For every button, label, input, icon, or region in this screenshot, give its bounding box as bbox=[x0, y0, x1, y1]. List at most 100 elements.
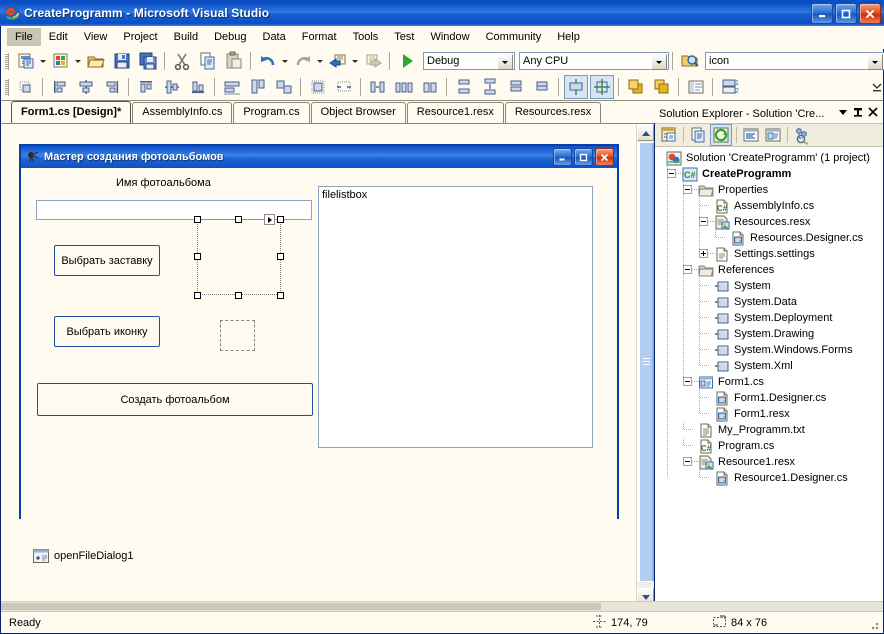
resize-handle-middle-right[interactable] bbox=[277, 253, 284, 260]
chevron-down-icon[interactable] bbox=[867, 54, 883, 70]
form-client-area[interactable]: Имя фотоальбома Выбрать заставку Выбрать… bbox=[21, 168, 617, 519]
menu-help[interactable]: Help bbox=[549, 28, 588, 46]
vertical-spacing-make-equal-icon[interactable] bbox=[452, 75, 476, 99]
component-tray-openfiledialog[interactable]: openFileDialog1 bbox=[33, 549, 134, 563]
tree-node[interactable]: Form1.resx bbox=[714, 406, 790, 422]
make-same-width-icon[interactable] bbox=[220, 75, 244, 99]
properties-window-icon[interactable] bbox=[659, 125, 679, 145]
horizontal-spacing-remove-icon[interactable] bbox=[418, 75, 442, 99]
align-lefts-icon[interactable] bbox=[48, 75, 72, 99]
paste-icon[interactable] bbox=[222, 49, 246, 73]
open-file-icon[interactable] bbox=[84, 49, 108, 73]
object-browser-icon[interactable] bbox=[792, 125, 812, 145]
menu-edit[interactable]: Edit bbox=[41, 28, 76, 46]
form-maximize-button[interactable] bbox=[574, 148, 593, 166]
resize-handle-bottom-left[interactable] bbox=[194, 292, 201, 299]
horizontal-spacing-increase-icon[interactable] bbox=[366, 75, 390, 99]
menu-view[interactable]: View bbox=[76, 28, 116, 46]
tree-expander[interactable] bbox=[699, 249, 708, 258]
form-designer-surface[interactable]: Мастер создания фотоальбомов Имя фотоаль… bbox=[1, 123, 654, 604]
start-debugging-icon[interactable] bbox=[395, 49, 419, 73]
tree-node[interactable]: Form1.cs bbox=[698, 374, 764, 390]
align-bottoms-icon[interactable] bbox=[186, 75, 210, 99]
size-to-grid-icon[interactable] bbox=[306, 75, 330, 99]
tree-node[interactable]: System.Data bbox=[714, 294, 797, 310]
menu-community[interactable]: Community bbox=[478, 28, 550, 46]
tree-node[interactable]: Form1.Designer.cs bbox=[714, 390, 826, 406]
selected-picturebox[interactable] bbox=[197, 219, 281, 295]
refresh-icon[interactable] bbox=[710, 124, 732, 146]
find-in-files-icon[interactable] bbox=[678, 49, 702, 73]
redo-icon[interactable] bbox=[291, 49, 315, 73]
designer-vertical-scrollbar[interactable] bbox=[636, 124, 654, 604]
tree-node[interactable]: My_Programm.txt bbox=[698, 422, 805, 438]
tree-node[interactable]: System bbox=[714, 278, 771, 294]
table-layout-icon[interactable]: 1 2 bbox=[718, 75, 742, 99]
tree-node[interactable]: Properties bbox=[698, 182, 768, 198]
make-same-size-icon[interactable] bbox=[272, 75, 296, 99]
menu-format[interactable]: Format bbox=[294, 28, 345, 46]
solution-explorer-tree[interactable]: Solution 'CreateProgramm' (1 project) C# C… bbox=[655, 147, 883, 605]
align-rights-icon[interactable] bbox=[100, 75, 124, 99]
save-all-icon[interactable] bbox=[136, 49, 160, 73]
new-project-icon[interactable] bbox=[14, 49, 38, 73]
scroll-up-button[interactable] bbox=[637, 124, 654, 141]
scrollbar-thumb[interactable] bbox=[637, 142, 654, 582]
navigate-backward-icon[interactable] bbox=[326, 49, 350, 73]
tree-node[interactable]: Resource1.resx bbox=[698, 454, 795, 470]
vertical-spacing-remove-icon[interactable] bbox=[530, 75, 554, 99]
resize-handle-top-right[interactable] bbox=[277, 216, 284, 223]
solution-platforms-combo[interactable]: Any CPU bbox=[519, 52, 669, 70]
navigate-forward-icon[interactable] bbox=[361, 49, 385, 73]
make-same-height-icon[interactable] bbox=[246, 75, 270, 99]
show-all-files-icon[interactable] bbox=[688, 125, 708, 145]
copy-icon[interactable] bbox=[196, 49, 220, 73]
send-to-back-icon[interactable] bbox=[650, 75, 674, 99]
form-minimize-button[interactable] bbox=[553, 148, 572, 166]
tab-resources-resx[interactable]: Resources.resx bbox=[504, 102, 602, 123]
tree-node[interactable]: Resources.Designer.cs bbox=[730, 230, 863, 246]
listbox-files[interactable]: filelistbox bbox=[318, 186, 593, 448]
center-horizontally-icon[interactable] bbox=[564, 75, 588, 99]
tree-expander[interactable] bbox=[683, 457, 692, 466]
toolbar-grip[interactable] bbox=[4, 52, 9, 70]
window-minimize-button[interactable] bbox=[811, 3, 833, 24]
new-project-dropdown-arrow[interactable] bbox=[39, 50, 48, 72]
tree-node[interactable]: Settings.settings bbox=[714, 246, 815, 262]
menu-tools[interactable]: Tools bbox=[345, 28, 387, 46]
menu-window[interactable]: Window bbox=[422, 28, 477, 46]
tree-node[interactable]: C# Program.cs bbox=[698, 438, 774, 454]
picturebox-small[interactable] bbox=[220, 320, 255, 351]
navigate-backward-dropdown-arrow[interactable] bbox=[351, 50, 360, 72]
align-middles-icon[interactable] bbox=[160, 75, 184, 99]
undo-icon[interactable] bbox=[256, 49, 280, 73]
close-panel-icon[interactable] bbox=[868, 107, 878, 120]
resize-handle-middle-left[interactable] bbox=[194, 253, 201, 260]
smart-tag-icon[interactable] bbox=[264, 214, 275, 225]
find-combo[interactable]: icon bbox=[705, 52, 884, 70]
listbox-item-filelistbox[interactable]: filelistbox bbox=[319, 187, 592, 203]
menu-test[interactable]: Test bbox=[386, 28, 422, 46]
tree-expander[interactable] bbox=[683, 377, 692, 386]
menu-build[interactable]: Build bbox=[166, 28, 206, 46]
window-close-button[interactable] bbox=[859, 3, 881, 24]
tree-node[interactable]: System.Deployment bbox=[714, 310, 832, 326]
label-album-name[interactable]: Имя фотоальбома bbox=[116, 177, 211, 189]
tab-assemblyinfo[interactable]: AssemblyInfo.cs bbox=[132, 102, 233, 123]
tree-expander[interactable] bbox=[667, 169, 676, 178]
tree-expander[interactable] bbox=[699, 217, 708, 226]
vertical-spacing-increase-icon[interactable] bbox=[478, 75, 502, 99]
center-vertically-icon[interactable] bbox=[590, 75, 614, 99]
menu-debug[interactable]: Debug bbox=[206, 28, 254, 46]
resize-grip[interactable] bbox=[868, 619, 880, 631]
menu-project[interactable]: Project bbox=[115, 28, 165, 46]
horizontal-spacing-make-equal-icon[interactable] bbox=[332, 75, 356, 99]
view-code-icon[interactable] bbox=[741, 125, 761, 145]
resize-handle-top-left[interactable] bbox=[194, 216, 201, 223]
button-choose-icon[interactable]: Выбрать иконку bbox=[54, 316, 160, 347]
window-maximize-button[interactable] bbox=[835, 3, 857, 24]
tree-expander[interactable] bbox=[683, 185, 692, 194]
menu-data[interactable]: Data bbox=[255, 28, 294, 46]
save-icon[interactable] bbox=[110, 49, 134, 73]
tab-order-icon[interactable] bbox=[684, 75, 708, 99]
